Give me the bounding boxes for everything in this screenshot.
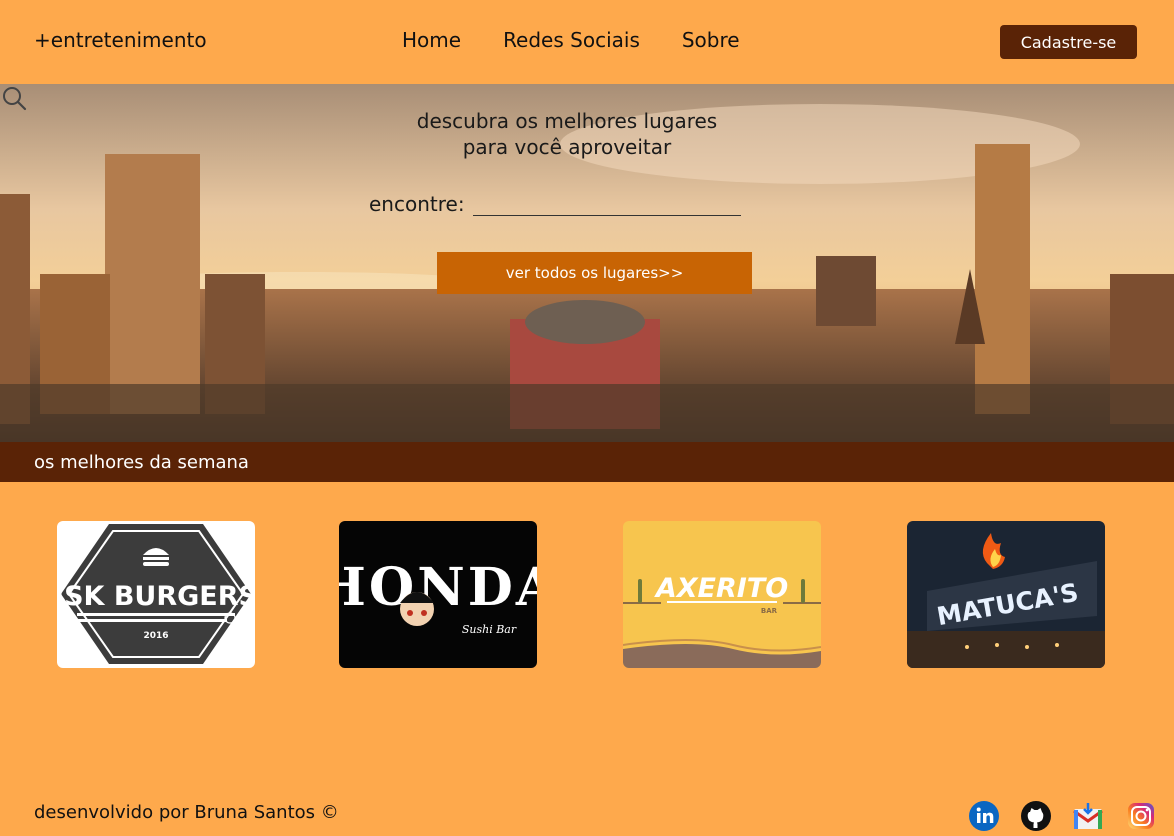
search-label: encontre:: [369, 192, 465, 216]
card-honda-name: HONDA: [339, 557, 537, 618]
card-honda[interactable]: HONDA Sushi Bar: [339, 521, 537, 668]
card-honda-sub: Sushi Bar: [462, 623, 517, 636]
github-icon[interactable]: [1020, 800, 1052, 832]
hero-section: descubra os melhores lugares para você a…: [0, 84, 1174, 442]
linkedin-icon[interactable]: [968, 800, 1000, 832]
hero-title: descubra os melhores lugares para você a…: [0, 108, 1134, 160]
search-icon[interactable]: [0, 84, 28, 112]
card-jsk-burgers[interactable]: JSK BURGERS 2016: [57, 521, 255, 668]
nav-home[interactable]: Home: [402, 28, 461, 52]
hero-title-line1: descubra os melhores lugares: [416, 109, 718, 133]
gmail-icon[interactable]: [1072, 800, 1104, 832]
signup-button[interactable]: Cadastre-se: [1000, 25, 1137, 59]
search-input[interactable]: [472, 192, 741, 216]
brand-logo[interactable]: +entretenimento: [34, 28, 207, 52]
view-all-places-button[interactable]: ver todos os lugares>>: [437, 252, 752, 294]
card-jsk-year: 2016: [143, 631, 168, 641]
main-nav: Home Redes Sociais Sobre: [402, 28, 740, 52]
nav-about[interactable]: Sobre: [682, 28, 740, 52]
card-axerito-sub: BAR: [761, 607, 778, 615]
nav-social[interactable]: Redes Sociais: [503, 28, 640, 52]
burger-logo: JSK BURGERS 2016: [57, 521, 255, 668]
card-axerito[interactable]: AXERITO BAR: [623, 521, 821, 668]
instagram-icon[interactable]: [1125, 800, 1157, 832]
flame-logo: MATUCA'S: [907, 521, 1105, 668]
footer-credit: desenvolvido por Bruna Santos ©: [34, 802, 339, 823]
weekly-best-bar: os melhores da semana: [0, 442, 1174, 482]
header: +entretenimento Home Redes Sociais Sobre…: [0, 0, 1174, 84]
hero-title-line2: para você aproveitar: [462, 135, 672, 159]
weekly-best-title: os melhores da semana: [34, 452, 249, 473]
card-matucas[interactable]: MATUCA'S: [907, 521, 1105, 668]
cactus-logo: AXERITO BAR: [623, 521, 821, 668]
search-row: encontre:: [369, 192, 741, 216]
card-jsk-name: JSK BURGERS: [57, 581, 255, 612]
card-axerito-name: AXERITO: [654, 573, 788, 604]
sushi-logo: HONDA Sushi Bar: [339, 521, 537, 668]
